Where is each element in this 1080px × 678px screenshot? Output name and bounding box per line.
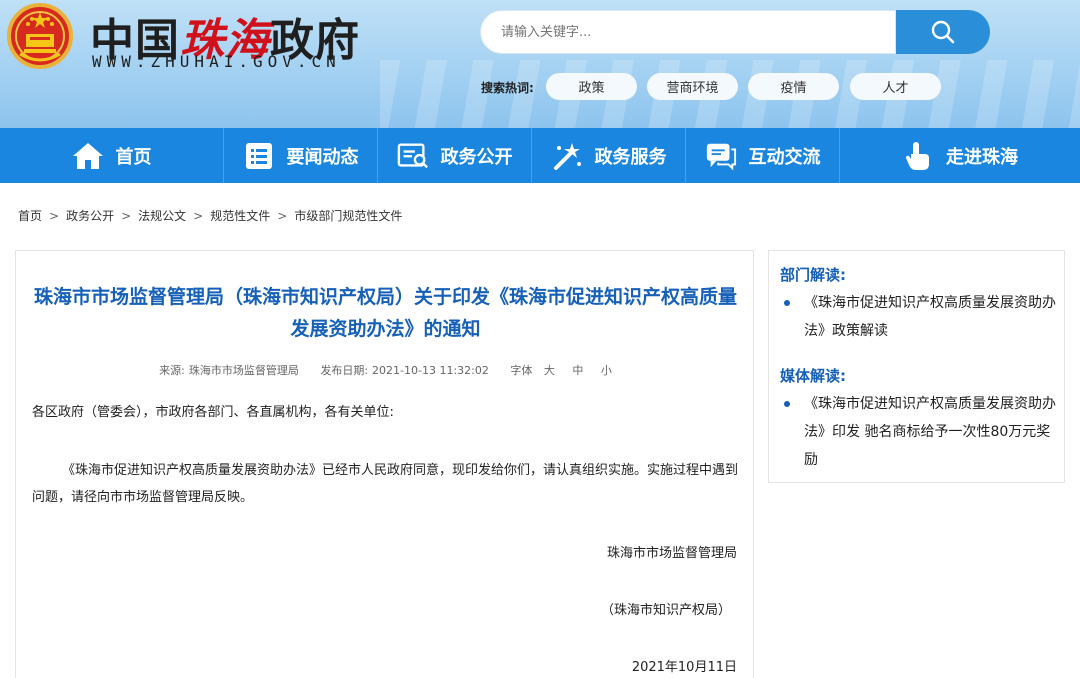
- article-paragraph: 《珠海市促进知识产权高质量发展资助办法》已经市人民政府同意，现印发给你们，请认真…: [32, 463, 739, 505]
- nav-item-label: 走进珠海: [946, 146, 1018, 168]
- nav-item-news[interactable]: 要闻动态: [223, 128, 377, 183]
- hot-word-business-environment[interactable]: 营商环境: [647, 73, 738, 100]
- signature-org-alias: （珠海市知识产权局）: [600, 603, 731, 618]
- site-header: 中国珠海政府 WWW.ZHUHAI.GOV.CN 搜索热词: 政策 营商环境 疫…: [0, 0, 1080, 128]
- search-button[interactable]: [896, 10, 990, 54]
- hot-word-epidemic[interactable]: 疫情: [748, 73, 839, 100]
- date-value: 2021-10-13 11:32:02: [372, 364, 489, 377]
- nav-item-label: 首页: [115, 146, 152, 168]
- nav-item-label: 政务公开: [440, 146, 513, 168]
- bullet-icon: [784, 401, 790, 407]
- search-box: [480, 10, 896, 54]
- breadcrumb-item-normative-docs[interactable]: 规范性文件: [210, 209, 270, 223]
- hot-word-policy[interactable]: 政策: [546, 73, 637, 100]
- font-size-small-button[interactable]: 小: [601, 364, 612, 377]
- breadcrumb-separator: >: [49, 209, 60, 223]
- search-input[interactable]: [481, 11, 895, 53]
- breadcrumb-separator: >: [277, 209, 288, 223]
- media-interpretation-link[interactable]: 《珠海市促进知识产权高质量发展资助办法》印发 驰名商标给予一次性80万元奖励: [784, 390, 1056, 474]
- nav-item-home[interactable]: 首页: [0, 128, 223, 183]
- document-search-icon: [397, 140, 429, 172]
- breadcrumb: 首页 > 政务公开 > 法规公文 > 规范性文件 > 市级部门规范性文件: [18, 207, 402, 224]
- font-size-medium-button[interactable]: 中: [572, 364, 583, 377]
- article-title: 珠海市市场监督管理局（珠海市知识产权局）关于印发《珠海市促进知识产权高质量发展资…: [33, 286, 737, 340]
- chat-bubble-icon: [705, 140, 737, 172]
- breadcrumb-item-gov-affairs[interactable]: 政务公开: [66, 209, 114, 223]
- search-icon: [931, 20, 955, 44]
- nav-item-label: 政务服务: [594, 146, 667, 168]
- breadcrumb-separator: >: [121, 209, 132, 223]
- national-emblem-icon[interactable]: [6, 2, 74, 70]
- nav-item-visit-zhuhai[interactable]: 走进珠海: [839, 128, 1080, 183]
- dept-interpretation-link[interactable]: 《珠海市促进知识产权高质量发展资助办法》政策解读: [784, 289, 1056, 345]
- signature-org: 珠海市市场监督管理局: [606, 546, 737, 561]
- breadcrumb-item-city-dept-docs[interactable]: 市级部门规范性文件: [294, 209, 402, 223]
- site-url: WWW.ZHUHAI.GOV.CN: [92, 52, 341, 71]
- source-label: 来源:: [159, 364, 185, 377]
- nav-item-label: 互动交流: [748, 146, 821, 168]
- dept-interpretation-link-text: 《珠海市促进知识产权高质量发展资助办法》政策解读: [804, 295, 1056, 339]
- signature-date: 2021年10月11日: [631, 660, 737, 675]
- nav-item-interaction[interactable]: 互动交流: [685, 128, 839, 183]
- hot-word-talent[interactable]: 人才: [850, 73, 941, 100]
- nav-item-label: 要闻动态: [286, 146, 359, 168]
- hand-pointer-icon: [902, 140, 934, 172]
- source-value: 珠海市市场监督管理局: [188, 364, 299, 377]
- article-meta: 来源: 珠海市市场监督管理局 发布日期: 2021-10-13 11:32:02 字…: [16, 362, 755, 378]
- media-interpretation-link-text: 《珠海市促进知识产权高质量发展资助办法》印发 驰名商标给予一次性80万元奖励: [804, 396, 1056, 468]
- date-label: 发布日期:: [320, 364, 369, 377]
- magic-wand-icon: [551, 140, 583, 172]
- breadcrumb-separator: >: [193, 209, 204, 223]
- media-interpretation-heading: 媒体解读:: [780, 367, 846, 385]
- breadcrumb-item-home[interactable]: 首页: [18, 209, 42, 223]
- article-salutation: 各区政府（管委会），市政府各部门、各直属机构，各有关单位:: [32, 405, 394, 420]
- nav-item-gov-services[interactable]: 政务服务: [531, 128, 685, 183]
- font-size-large-button[interactable]: 大: [544, 364, 555, 377]
- main-nav: 首页 要闻动态 政务公开 政务服务 互动交流 走进珠海: [0, 128, 1080, 183]
- home-icon: [72, 140, 104, 172]
- nav-item-gov-affairs-open[interactable]: 政务公开: [377, 128, 531, 183]
- dept-interpretation-heading: 部门解读:: [780, 266, 846, 284]
- news-list-icon: [243, 140, 275, 172]
- font-size-label: 字体: [510, 364, 533, 377]
- breadcrumb-item-regulations[interactable]: 法规公文: [138, 209, 186, 223]
- interpretation-sidebar: 部门解读: 《珠海市促进知识产权高质量发展资助办法》政策解读 媒体解读: 《珠海…: [768, 250, 1065, 483]
- hot-words-label: 搜索热词:: [481, 81, 534, 95]
- bullet-icon: [784, 300, 790, 306]
- article-panel: 珠海市市场监督管理局（珠海市知识产权局）关于印发《珠海市促进知识产权高质量发展资…: [15, 250, 754, 678]
